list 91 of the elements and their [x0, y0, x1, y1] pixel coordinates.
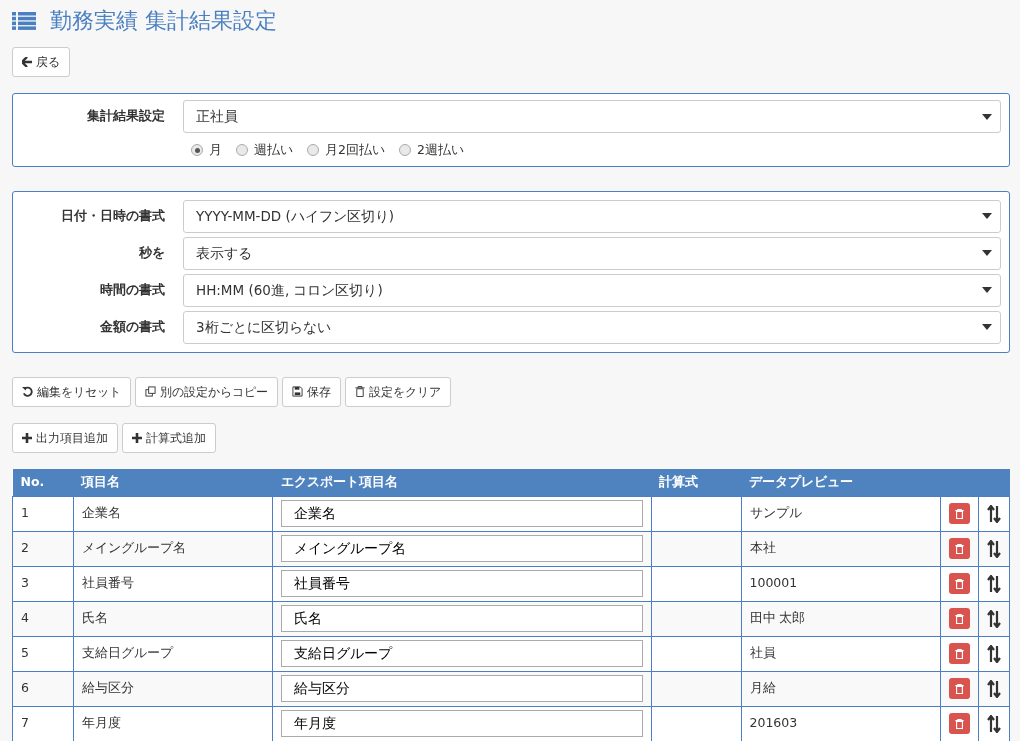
delete-button[interactable]: [949, 678, 970, 699]
table-cell: 6: [12, 671, 74, 706]
radio-button[interactable]: [236, 144, 248, 157]
select-field[interactable]: 正社員: [183, 100, 1001, 133]
field-label: 時間の書式: [99, 280, 166, 299]
radio-option[interactable]: 月: [191, 141, 222, 160]
delete-button[interactable]: [949, 608, 970, 629]
field-label: 秒を: [138, 243, 166, 262]
table-cell: 企業名: [73, 496, 273, 531]
delete-button[interactable]: [949, 503, 970, 524]
sort-icon[interactable]: [987, 609, 1001, 628]
delete-button[interactable]: [949, 573, 970, 594]
delete-button[interactable]: [949, 643, 970, 664]
radio-button[interactable]: [307, 144, 319, 157]
input-field[interactable]: 年月度: [281, 710, 643, 737]
trash-icon: [955, 718, 964, 729]
radio-button[interactable]: [398, 144, 411, 157]
undo-icon: [22, 386, 33, 398]
list-icon: [12, 11, 36, 30]
arrow-left-icon: [22, 57, 32, 67]
trash-icon: [355, 386, 365, 398]
column-header: エクスポート項目名: [272, 468, 652, 496]
trash-icon: [955, 683, 964, 694]
table-cell: 社員: [741, 636, 941, 671]
caret-icon: [982, 213, 992, 220]
trash-icon: [955, 543, 964, 554]
field-label: 日付・日時の書式: [60, 206, 166, 225]
table-cell: 氏名: [73, 601, 273, 636]
table-cell: 田中 太郎: [741, 601, 941, 636]
page-title: 勤務実績 集計結果設定: [50, 7, 277, 35]
table-cell: サンプル: [741, 496, 941, 531]
delete-button[interactable]: [949, 538, 970, 559]
clear-button[interactable]: 設定をクリア: [345, 376, 451, 407]
radio-option[interactable]: 2週払い: [398, 141, 464, 160]
table-cell: 支給日グループ: [73, 636, 273, 671]
input-field[interactable]: 氏名: [281, 605, 643, 632]
table-cell: 100001: [741, 566, 941, 601]
add-button[interactable]: 出力項目追加: [12, 422, 118, 453]
column-header: データプレビュー: [741, 468, 941, 496]
caret-icon: [982, 287, 992, 294]
table-cell: 2: [12, 531, 74, 566]
table-cell: 給与区分: [73, 671, 273, 706]
table-cell: 4: [12, 601, 74, 636]
table-cell: 7: [12, 706, 74, 741]
input-field[interactable]: 社員番号: [281, 570, 643, 597]
select-field[interactable]: 3桁ごとに区切らない: [183, 310, 1001, 344]
select-field[interactable]: HH:MM (60進, コロン区切り): [183, 273, 1001, 307]
radio-option[interactable]: 月2回払い: [307, 141, 385, 160]
radio-button[interactable]: [191, 144, 203, 157]
trash-icon: [955, 613, 964, 624]
trash-icon: [955, 578, 964, 589]
trash-icon: [955, 648, 964, 659]
radio-option[interactable]: 週払い: [236, 141, 293, 160]
input-field[interactable]: 支給日グループ: [281, 640, 643, 667]
column-header: 項目名: [73, 468, 273, 496]
plus-icon: [22, 432, 32, 443]
field-label: 集計結果設定: [86, 107, 166, 126]
table-cell: 社員番号: [73, 566, 273, 601]
table-cell: 月給: [741, 671, 941, 706]
sort-icon[interactable]: [987, 679, 1001, 698]
sort-icon[interactable]: [987, 644, 1001, 663]
sort-icon[interactable]: [987, 714, 1001, 733]
add-button[interactable]: 計算式追加: [122, 422, 216, 453]
column-header: No.: [12, 468, 74, 496]
copy-button[interactable]: 別の設定からコピー: [135, 376, 278, 407]
column-header: 計算式: [651, 468, 741, 496]
floppy-icon: [292, 386, 303, 398]
save-button[interactable]: 保存: [282, 376, 341, 407]
select-field[interactable]: 表示する: [183, 236, 1001, 270]
caret-icon: [982, 250, 992, 257]
sort-icon[interactable]: [987, 504, 1001, 523]
back-button[interactable]: 戻る: [12, 47, 70, 77]
field-label: 金額の書式: [99, 317, 166, 336]
table-cell: 本社: [741, 531, 941, 566]
table-cell: 3: [12, 566, 74, 601]
caret-icon: [982, 324, 992, 331]
sort-icon[interactable]: [987, 574, 1001, 593]
input-field[interactable]: 企業名: [281, 500, 643, 527]
caret-icon: [982, 113, 992, 120]
table-cell: メイングループ名: [73, 531, 273, 566]
input-field[interactable]: メイングループ名: [281, 535, 643, 562]
trash-icon: [955, 508, 964, 519]
select-field[interactable]: YYYY-MM-DD (ハイフン区切り): [183, 199, 1001, 233]
table-cell: 1: [12, 496, 74, 531]
table-cell: 5: [12, 636, 74, 671]
copy-icon: [145, 386, 156, 398]
reset-button[interactable]: 編集をリセット: [12, 376, 131, 407]
plus-icon: [132, 432, 142, 443]
input-field[interactable]: 給与区分: [281, 675, 643, 702]
sort-icon[interactable]: [987, 539, 1001, 558]
delete-button[interactable]: [949, 713, 970, 734]
